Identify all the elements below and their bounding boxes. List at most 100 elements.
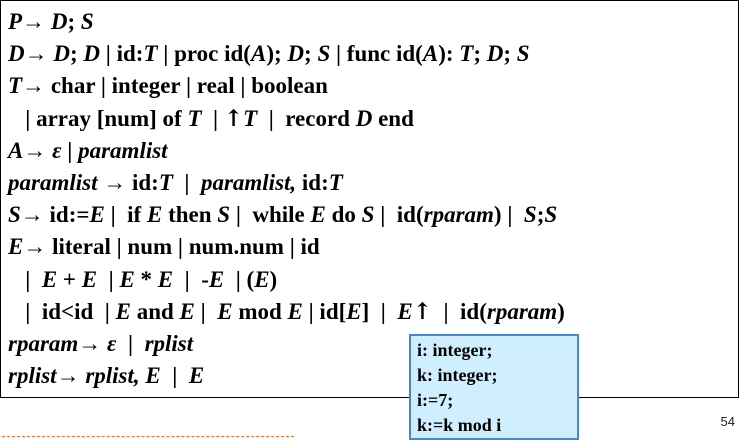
txt: ) | xyxy=(493,202,524,228)
sym: T xyxy=(243,105,258,131)
txt: | xyxy=(97,266,120,292)
txt: ); xyxy=(266,41,288,67)
txt: | func id( xyxy=(330,41,423,67)
sym: A xyxy=(250,41,267,67)
sym: E xyxy=(146,202,163,228)
txt: | id<id | xyxy=(8,298,116,324)
rule-rparam: rparam→ ε | rplist xyxy=(8,328,738,360)
sym: E xyxy=(119,266,135,292)
rule-paramlist: paramlist → id:T | paramlist, id:T xyxy=(8,167,738,199)
txt: * xyxy=(134,266,158,292)
sym: rparam xyxy=(486,298,558,324)
txt: literal | num | num.num | id xyxy=(46,234,320,260)
sym: E xyxy=(179,298,195,324)
rule-e: E→ literal | num | num.num | id xyxy=(8,231,738,263)
sym: A xyxy=(422,41,439,67)
callout-line: i: integer; xyxy=(417,340,493,360)
rule-rplist: rplist→ rplist, E | E xyxy=(8,360,738,392)
sym: D xyxy=(287,41,305,67)
rule-p-d: D xyxy=(50,9,68,34)
rule-a-head: A→ ε xyxy=(8,137,62,163)
sym: E xyxy=(157,266,174,292)
txt: → id: xyxy=(97,169,159,195)
rule-p-s: S xyxy=(80,9,94,34)
txt: | xyxy=(8,266,42,292)
txt: | xyxy=(61,137,79,163)
txt: | id( xyxy=(431,298,487,324)
txt: ] | xyxy=(361,298,398,324)
txt: id:= xyxy=(43,202,90,228)
txt: | xyxy=(194,298,218,324)
rule-s-head: S→ xyxy=(8,202,44,228)
sym: T xyxy=(143,41,158,67)
sym: T xyxy=(187,105,202,131)
txt: ; xyxy=(503,41,517,67)
txt: | if xyxy=(104,202,147,228)
sym: E xyxy=(217,298,233,324)
txt: and xyxy=(130,298,180,324)
sym: E xyxy=(188,363,205,389)
sym: D xyxy=(486,41,504,67)
rule-t: T→ char | integer | real | boolean xyxy=(8,70,738,102)
sym: S xyxy=(523,202,537,228)
txt: mod xyxy=(232,298,288,324)
rule-t-cont: | array [num] of T | ↑T | record D end xyxy=(8,103,738,135)
txt: | array [num] of xyxy=(8,105,188,131)
callout-line: k: integer; xyxy=(417,365,498,385)
sym: D xyxy=(53,41,70,67)
sym: E xyxy=(41,266,58,292)
sym: S xyxy=(361,202,375,228)
sym: rplist xyxy=(144,330,194,356)
page-number: 54 xyxy=(720,414,735,429)
sym: E xyxy=(254,266,270,292)
txt: ; xyxy=(70,41,84,67)
txt: ) xyxy=(269,266,278,292)
txt: + xyxy=(57,266,82,292)
txt: ): xyxy=(438,41,460,67)
sym: T xyxy=(158,169,173,195)
txt: ) xyxy=(557,298,565,324)
rule-paramlist-head: paramlist xyxy=(8,169,98,195)
rule-e-cont2: | id<id | E and E | E mod E | id[E] | E↑… xyxy=(8,296,738,328)
txt: | proc id( xyxy=(157,41,251,67)
sym: D xyxy=(83,41,101,67)
rule-rplist-head: rplist→ rplist, E xyxy=(8,363,161,389)
up-arrow-icon: ↑ xyxy=(223,104,244,132)
sym: D xyxy=(355,105,373,131)
rule-p-head: P→ xyxy=(8,9,51,34)
txt: | xyxy=(172,169,201,195)
txt: do xyxy=(325,202,362,228)
txt: | xyxy=(116,330,145,356)
txt: | id: xyxy=(100,41,144,67)
txt: | record xyxy=(257,105,356,131)
txt: | while xyxy=(230,202,311,228)
sym: E xyxy=(346,298,362,324)
rule-e-head: E→ xyxy=(8,234,47,260)
txt: | id[ xyxy=(302,298,347,324)
txt: id: xyxy=(296,169,329,195)
sym: paramlist xyxy=(78,137,168,163)
grammar-rules: P→ D; S D→ D; D | id:T | proc id(A); D; … xyxy=(8,6,738,392)
up-arrow-icon: ↑ xyxy=(412,297,432,325)
rule-a: A→ ε | paramlist xyxy=(8,135,738,167)
sym: E xyxy=(397,298,413,324)
rule-t-head: T→ xyxy=(8,73,46,99)
txt: | id( xyxy=(374,202,424,228)
sym: S xyxy=(217,202,231,228)
footer-divider xyxy=(2,436,294,437)
sym: E xyxy=(89,202,105,228)
sym: S xyxy=(516,41,530,67)
example-callout: i: integer; k: integer; i:=7; k:=k mod i xyxy=(409,334,579,440)
txt: | xyxy=(160,363,189,389)
callout-line: i:=7; xyxy=(417,390,454,410)
rule-p-sep: ; xyxy=(67,9,81,34)
txt: | - xyxy=(173,266,209,292)
rule-rparam-head: rparam→ ε xyxy=(8,330,117,356)
rule-s: S→ id:=E | if E then S | while E do S | … xyxy=(8,199,738,231)
txt: ; xyxy=(304,41,318,67)
txt: end xyxy=(372,105,414,131)
sym: E xyxy=(310,202,326,228)
sym: paramlist, xyxy=(200,169,297,195)
sym: T xyxy=(459,41,474,67)
callout-line: k:=k mod i xyxy=(417,415,502,435)
